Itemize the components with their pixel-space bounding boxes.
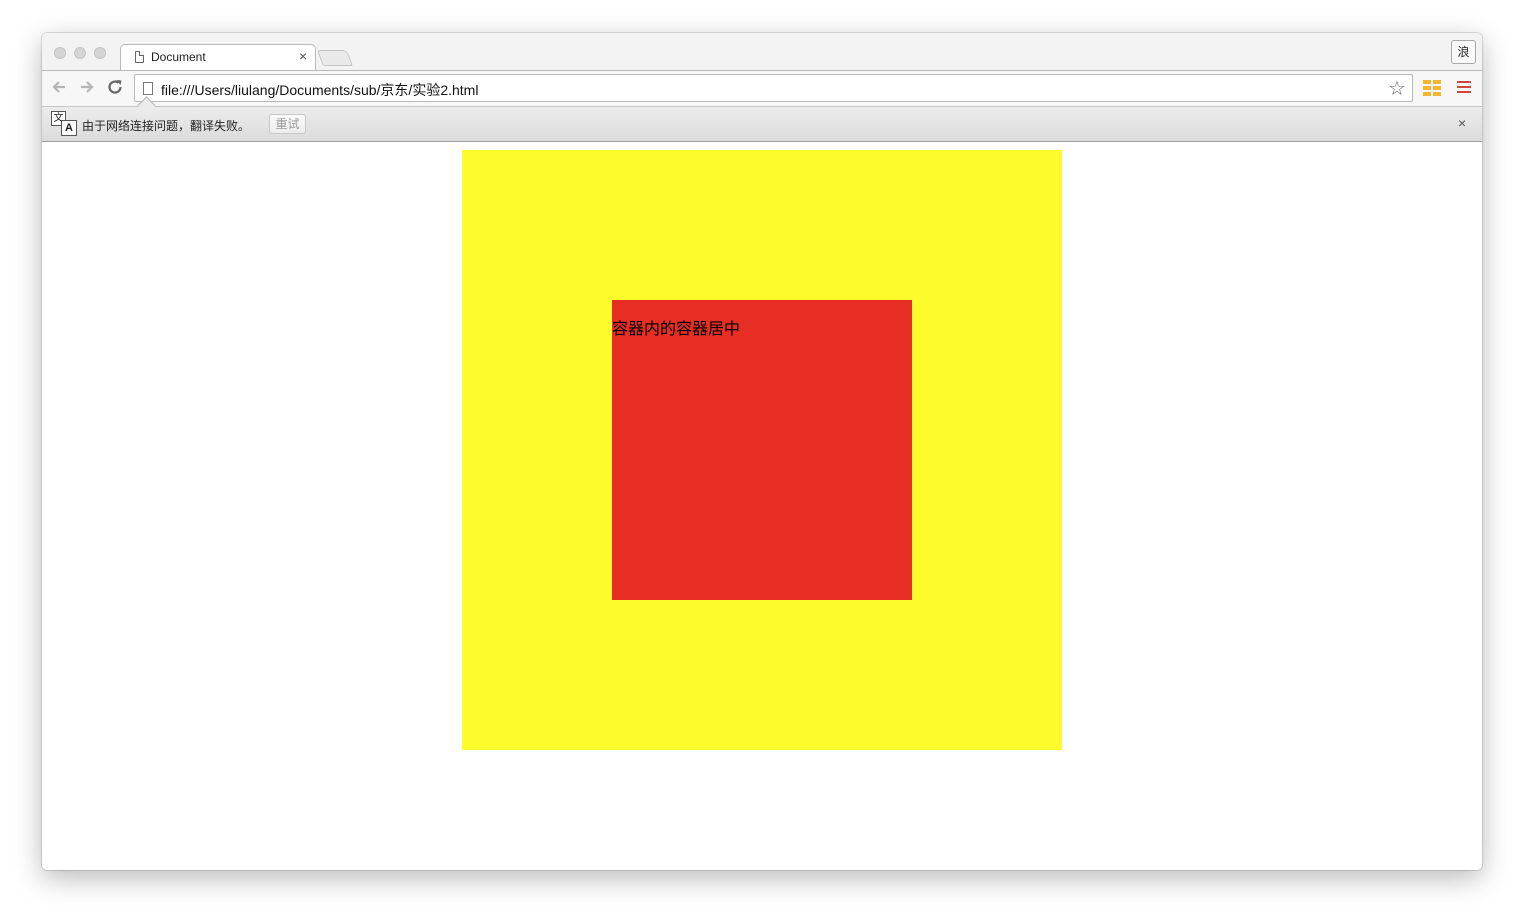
- extension-icon[interactable]: [1423, 80, 1441, 96]
- tab-close-icon[interactable]: ×: [299, 48, 307, 64]
- inner-container-text: 容器内的容器居中: [612, 319, 741, 338]
- reload-icon[interactable]: [104, 76, 126, 98]
- translate-error-message: 由于网络连接问题，翻译失败。: [82, 119, 251, 133]
- new-tab-button[interactable]: [317, 50, 353, 66]
- close-window-button[interactable]: [54, 47, 66, 59]
- inner-container: 容器内的容器居中: [612, 300, 912, 600]
- infobar-close-icon[interactable]: ×: [1458, 115, 1466, 131]
- outer-container: 容器内的容器居中: [462, 150, 1062, 750]
- tab-document[interactable]: Document ×: [120, 44, 316, 71]
- address-bar[interactable]: file:///Users/liulang/Documents/sub/京东/实…: [134, 74, 1413, 102]
- translate-icon: 文 A: [51, 111, 77, 137]
- menu-icon[interactable]: [1457, 81, 1471, 95]
- title-bar: Document × 浪: [42, 33, 1482, 71]
- back-arrow-icon[interactable]: [48, 76, 70, 98]
- page-viewport: 容器内的容器居中: [42, 142, 1482, 870]
- translate-infobar: 文 A 由于网络连接问题，翻译失败。 重试 ×: [42, 96, 1482, 142]
- page-icon: [143, 82, 153, 95]
- star-icon[interactable]: ☆: [1388, 76, 1406, 101]
- minimize-window-button[interactable]: [74, 47, 86, 59]
- toolbar: file:///Users/liulang/Documents/sub/京东/实…: [42, 70, 1482, 106]
- url-text[interactable]: file:///Users/liulang/Documents/sub/京东/实…: [161, 80, 478, 100]
- tab-title: Document: [151, 50, 206, 64]
- page-icon: [135, 51, 144, 63]
- profile-button[interactable]: 浪: [1451, 40, 1476, 64]
- browser-window: Document × 浪 file:///Users/liulang/Docum…: [42, 33, 1482, 870]
- retry-button[interactable]: 重试: [269, 114, 306, 134]
- forward-arrow-icon[interactable]: [76, 76, 98, 98]
- zoom-window-button[interactable]: [94, 47, 106, 59]
